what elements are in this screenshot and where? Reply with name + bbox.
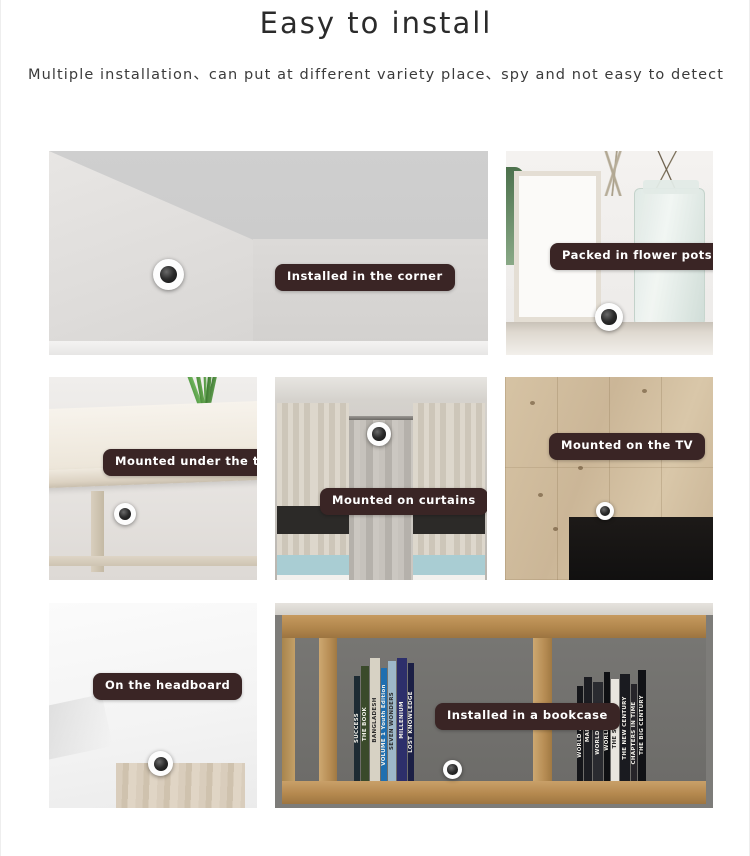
wood-knot [538,492,544,497]
bookcase-top-rail [281,615,707,638]
curtain-white-band [412,574,449,580]
gallery-panel-headboard: On the headboard [49,603,257,808]
right-wall-surface [253,238,488,355]
book-spine: CHAPTERS IN TIME [631,683,638,782]
gallery-panel-table: Mounted under the table [49,377,257,580]
camera-device-icon [114,503,136,525]
photo-curtains [275,377,487,580]
book-spine-label: THE NEW CENTURY [622,696,629,760]
bookcase-divider-post [318,637,338,782]
curtain-blue-band [313,555,350,575]
gallery-panel-flowerpot: Packed in flower pots [506,151,713,355]
page-title: Easy to install [259,6,493,40]
caption-chip-corner: Installed in the corner [275,264,455,291]
camera-device-icon [367,422,391,446]
curtain-blue-band [412,555,449,575]
book-spine: THE NEW CENTURY [620,674,631,782]
curtain-panel [277,403,314,580]
photo-table [49,377,257,580]
book-spine-label: SUCCESS [353,713,360,744]
book-row-left: SUCCESS THE BOOK BANGLADESH VOLUME 1 Youth … [353,658,415,782]
ceiling-strip [275,377,487,400]
book-spine: BANGLADESH [369,658,380,782]
book-spine-label: CHAPTERS IN TIME [631,701,638,765]
caption-chip-flowerpot: Packed in flower pots [550,243,713,270]
curtain-white-band [313,574,350,580]
caption-chip-headboard: On the headboard [93,673,243,700]
glass-jar-neck [642,179,699,194]
book-spine-label: VOLUME 1 Youth Edition [380,684,387,766]
book-spine: WORLD ATLAS [577,686,584,782]
camera-device-icon [596,502,614,520]
book-spine-label: THE BOOK [361,706,368,741]
page-subtitle: Multiple installation、can put at differe… [27,67,725,83]
table-stretcher [49,555,257,566]
bed-headboard [115,762,245,808]
curtain-white-band [277,574,314,580]
baseboard [49,340,488,355]
curtain-white-band [448,574,485,580]
book-spine-label: LOST KNOWLEDGE [407,691,414,754]
book-spine: THE BIG CENTURY [638,669,647,782]
gallery-panel-bookcase: SUCCESS THE BOOK BANGLADESH VOLUME 1 Youth … [275,603,713,808]
photo-corner [49,151,488,355]
curtain-dark-band [277,505,314,535]
book-spine: LOST KNOWLEDGE [407,663,414,782]
curtain-blue-band [277,555,314,575]
book-spine: WORLD ATLAS [593,681,604,782]
book-spine: VOLUME 1 Youth Edition [380,668,387,782]
bookcase-bottom-rail [281,781,707,804]
camera-device-icon [153,259,184,290]
book-spine-label: SEVEN WONDERS [388,692,395,751]
book-spine: SUCCESS [353,675,360,782]
book-spine-label: BANGLADESH [371,697,378,743]
camera-device-icon [148,751,173,776]
caption-chip-table: Mounted under the table [103,449,257,476]
photo-headboard [49,603,257,808]
camera-device-icon [443,760,462,779]
television-screen [569,517,713,580]
book-spine: SEVEN WONDERS [387,660,396,782]
book-spine-label: THE BIG CENTURY [639,695,646,756]
product-detail-page: Easy to install Multiple installation、ca… [0,0,750,856]
photo-tv [505,377,713,580]
book-spine: THE STORY [611,679,620,782]
book-spine: MILLENIUM [396,658,407,782]
caption-chip-bookcase: Installed in a bookcase [435,703,620,730]
bookcase-top-cap [275,603,713,616]
bookcase-left-side [281,637,295,782]
camera-device-icon [595,303,623,331]
book-spine-label: MILLENIUM [398,701,405,739]
caption-chip-curtains: Mounted on curtains [320,488,487,515]
gallery-panel-curtains: Mounted on curtains [275,377,487,580]
gallery-panel-tv: Mounted on the TV [505,377,713,580]
curtain-blue-band [448,555,485,575]
gallery-panel-corner: Installed in the corner [49,151,488,355]
caption-chip-tv: Mounted on the TV [549,433,706,460]
book-spine: THE BOOK [360,665,369,782]
